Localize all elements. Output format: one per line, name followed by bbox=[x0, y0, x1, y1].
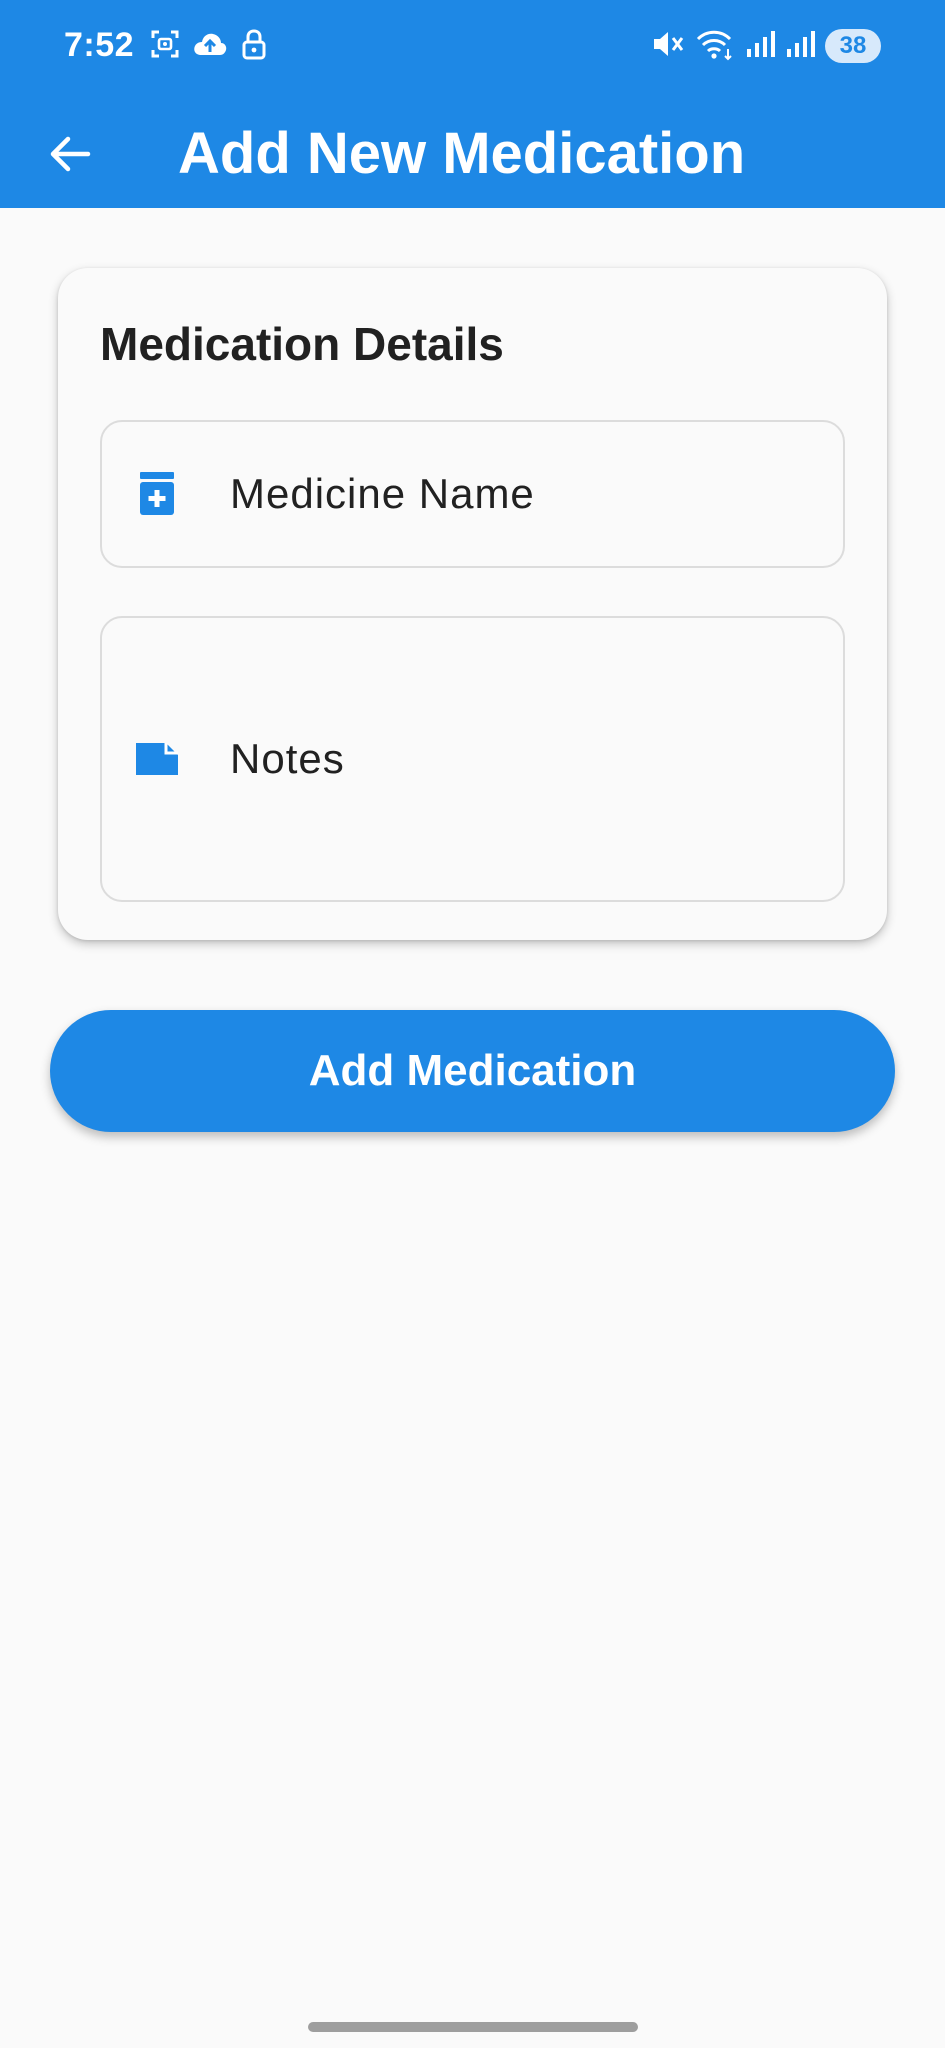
medication-icon bbox=[132, 469, 182, 519]
home-indicator[interactable] bbox=[308, 2022, 638, 2032]
wifi-icon bbox=[695, 27, 735, 66]
add-medication-button[interactable]: Add Medication bbox=[50, 1010, 895, 1132]
page-title: Add New Medication bbox=[178, 121, 746, 186]
cloud-upload-icon bbox=[192, 29, 228, 64]
mute-icon bbox=[651, 28, 685, 65]
signal-icon bbox=[745, 29, 775, 64]
app-bar: 7:52 38 Add New Medication bbox=[0, 0, 945, 208]
status-left-icons bbox=[150, 28, 268, 64]
medicine-name-input[interactable] bbox=[230, 466, 813, 522]
note-icon bbox=[132, 734, 182, 784]
medication-details-card: Medication Details bbox=[58, 268, 887, 940]
status-time: 7:52 bbox=[64, 26, 135, 64]
notes-field[interactable] bbox=[100, 616, 845, 902]
toolbar: Add New Medication bbox=[0, 92, 945, 208]
card-title: Medication Details bbox=[100, 318, 504, 370]
arrow-back-icon bbox=[48, 134, 92, 179]
signal-icon bbox=[785, 29, 815, 64]
status-right-icons: 38 bbox=[651, 26, 881, 66]
lock-icon bbox=[240, 28, 268, 65]
screenshot-icon bbox=[150, 29, 180, 64]
back-button[interactable] bbox=[28, 114, 112, 198]
battery-indicator: 38 bbox=[825, 29, 881, 63]
status-bar: 7:52 38 bbox=[0, 0, 945, 92]
notes-input[interactable] bbox=[230, 731, 813, 787]
medicine-name-field[interactable] bbox=[100, 420, 845, 568]
